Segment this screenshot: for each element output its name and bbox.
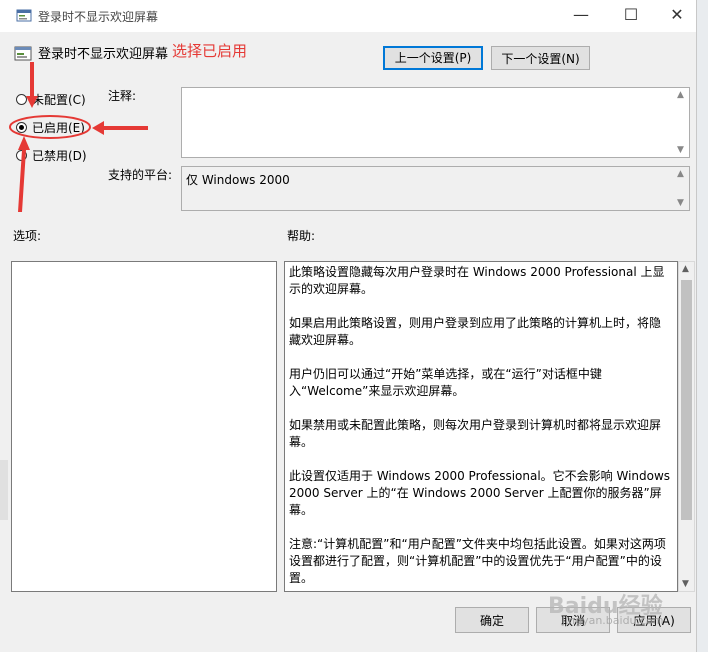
ok-button[interactable]: 确定 bbox=[455, 607, 529, 633]
scrollbar-thumb[interactable] bbox=[681, 280, 692, 520]
previous-setting-button[interactable]: 上一个设置(P) bbox=[383, 46, 483, 70]
scroll-down-icon[interactable]: ▼ bbox=[682, 579, 689, 589]
options-pane bbox=[11, 261, 277, 592]
scroll-down-icon[interactable]: ▼ bbox=[677, 198, 684, 208]
comment-label: 注释: bbox=[108, 89, 137, 103]
help-paragraph: 此策略设置隐藏每次用户登录时在 Windows 2000 Professiona… bbox=[289, 265, 665, 296]
platform-field: 仅 Windows 2000 ▲ ▼ bbox=[181, 166, 690, 211]
help-paragraph: 用户仍旧可以通过“开始”菜单选择，或在“运行”对话框中键入“Welcome”来显… bbox=[289, 367, 602, 398]
help-paragraph: 如果禁用或未配置此策略，则每次用户登录到计算机时都将显示欢迎屏幕。 bbox=[289, 418, 662, 449]
help-pane: 此策略设置隐藏每次用户登录时在 Windows 2000 Professiona… bbox=[284, 261, 678, 592]
maximize-button[interactable]: ☐ bbox=[608, 0, 654, 32]
options-label: 选项: bbox=[13, 229, 42, 243]
platform-value: 仅 Windows 2000 bbox=[186, 173, 290, 187]
radio-enabled[interactable]: 已启用(E) bbox=[16, 118, 85, 136]
platform-label: 支持的平台: bbox=[108, 168, 173, 182]
title-bar: 登录时不显示欢迎屏幕 — ☐ ✕ bbox=[0, 0, 696, 32]
help-paragraph: 如果启用此策略设置，则用户登录到应用了此策略的计算机上时，将隐藏欢迎屏幕。 bbox=[289, 316, 662, 347]
help-text: 此策略设置隐藏每次用户登录时在 Windows 2000 Professiona… bbox=[289, 264, 671, 591]
scroll-up-icon[interactable]: ▲ bbox=[682, 264, 689, 274]
radio-circle[interactable] bbox=[16, 149, 27, 161]
help-paragraph: 注意:“计算机配置”和“用户配置”文件夹中均包括此设置。如果对这两项设置都进行了… bbox=[289, 537, 666, 585]
background-window-edge bbox=[0, 460, 8, 520]
help-scrollbar[interactable]: ▲ ▼ bbox=[678, 261, 695, 592]
close-button[interactable]: ✕ bbox=[654, 0, 700, 32]
help-label: 帮助: bbox=[287, 229, 316, 243]
scroll-up-icon[interactable]: ▲ bbox=[677, 169, 684, 179]
scroll-up-icon[interactable]: ▲ bbox=[677, 90, 684, 100]
arrow-left-icon bbox=[92, 121, 148, 135]
radio-not-configured[interactable]: 未配置(C) bbox=[16, 90, 86, 108]
policy-title: 登录时不显示欢迎屏幕 bbox=[38, 47, 169, 62]
scroll-down-icon[interactable]: ▼ bbox=[677, 145, 684, 155]
minimize-button[interactable]: — bbox=[558, 0, 604, 32]
help-paragraph: 此设置仅适用于 Windows 2000 Professional。它不会影响 … bbox=[289, 469, 671, 517]
radio-circle[interactable] bbox=[16, 93, 27, 105]
annotation-text: 选择已启用 bbox=[172, 42, 248, 60]
policy-settings-icon bbox=[16, 9, 32, 22]
platform-scrollbar[interactable]: ▲ ▼ bbox=[674, 167, 689, 210]
window-title: 登录时不显示欢迎屏幕 bbox=[38, 10, 159, 24]
policy-setting-icon bbox=[14, 46, 32, 61]
comment-scrollbar[interactable]: ▲ ▼ bbox=[674, 88, 689, 157]
watermark-url: jingyan.baidu.com bbox=[562, 614, 664, 627]
background-window-strip bbox=[696, 0, 708, 652]
radio-label: 未配置(C) bbox=[32, 92, 86, 107]
radio-label: 已启用(E) bbox=[32, 120, 85, 135]
next-setting-button[interactable]: 下一个设置(N) bbox=[491, 46, 590, 70]
radio-disabled[interactable]: 已禁用(D) bbox=[16, 146, 87, 164]
comment-textarea[interactable]: ▲ ▼ bbox=[181, 87, 690, 158]
radio-circle-checked[interactable] bbox=[16, 121, 27, 133]
radio-label: 已禁用(D) bbox=[32, 148, 87, 163]
